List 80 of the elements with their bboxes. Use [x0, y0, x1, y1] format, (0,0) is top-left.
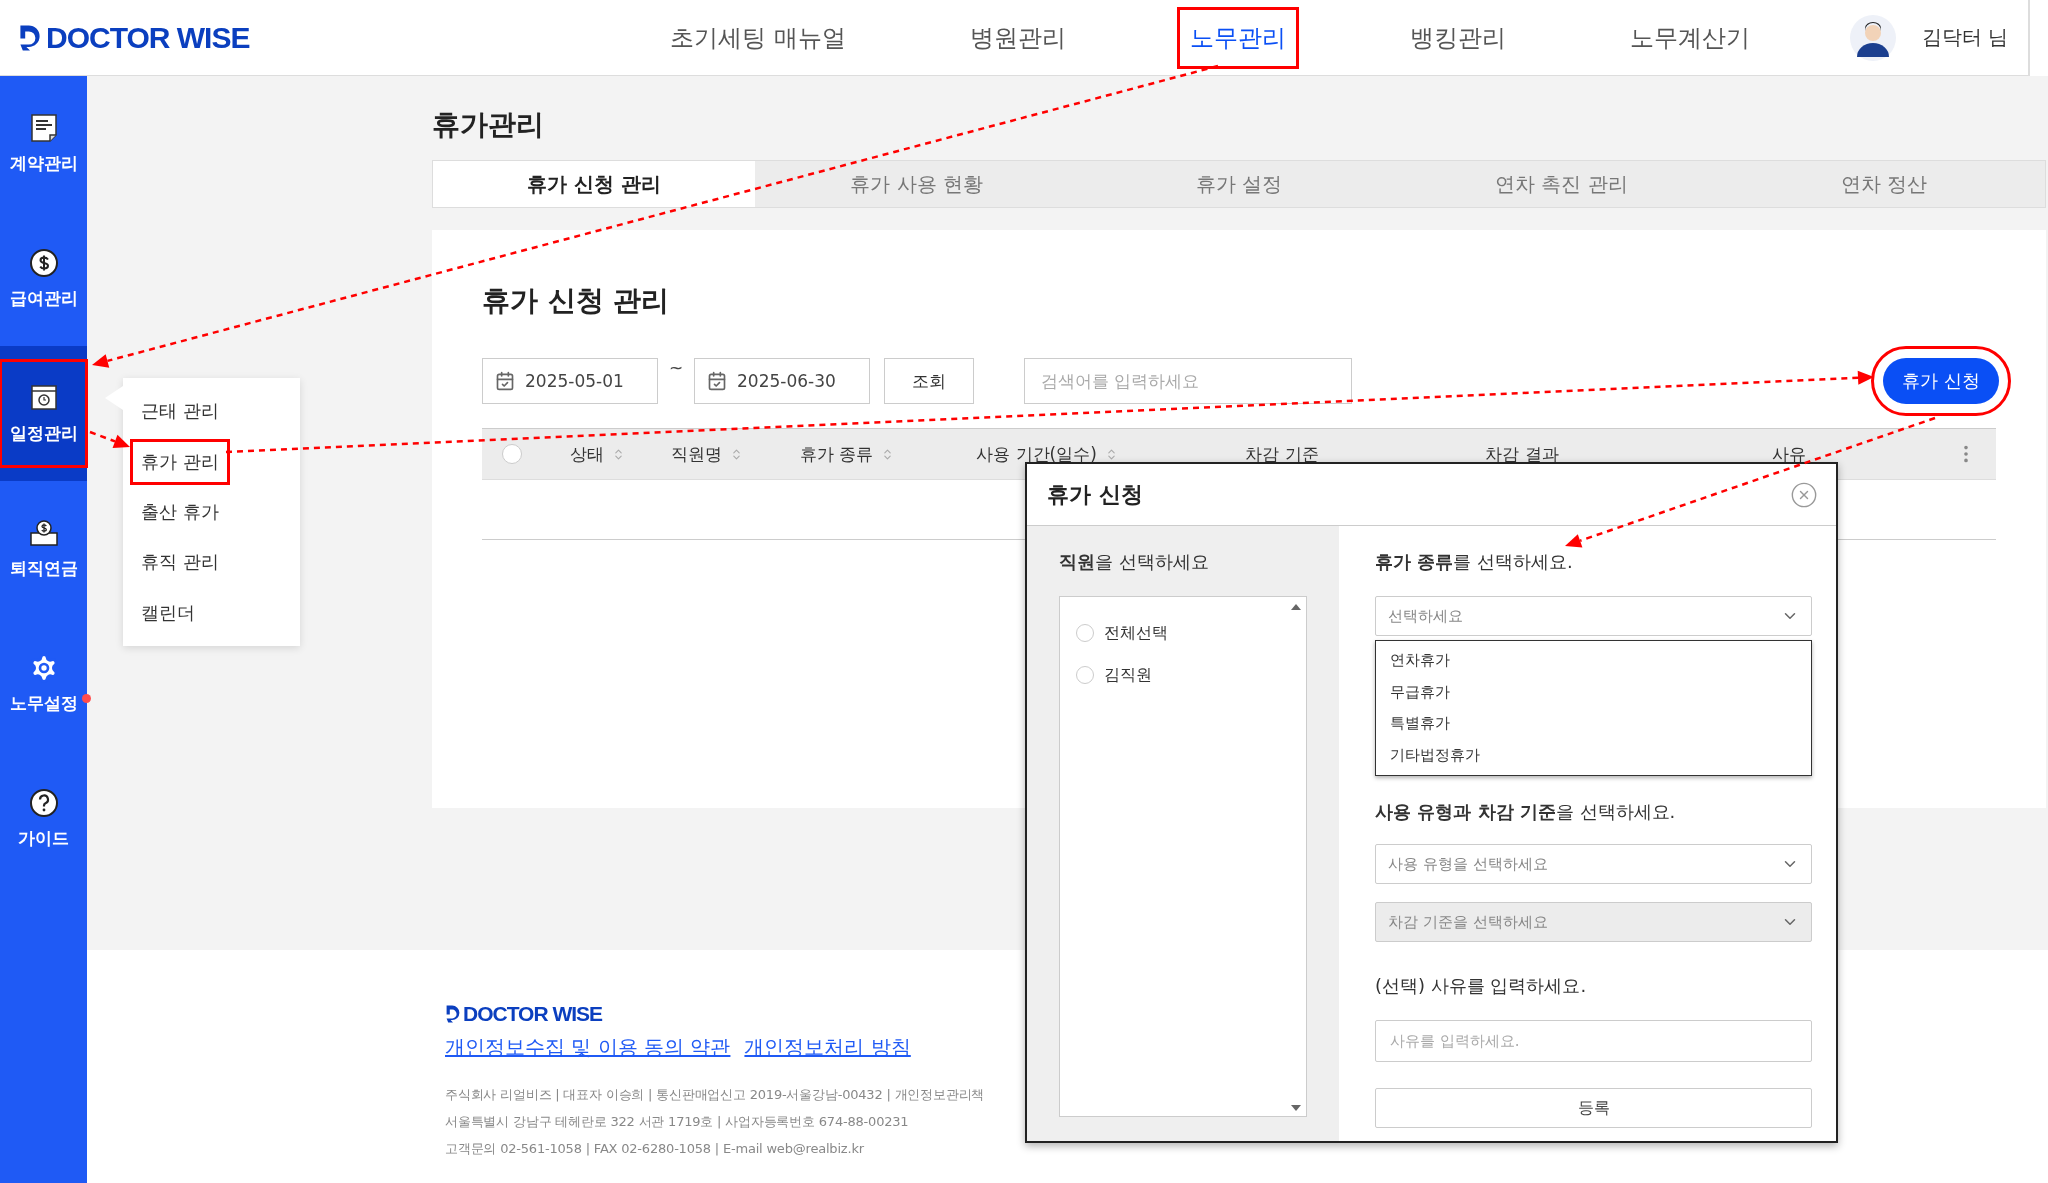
- footer-link[interactable]: 개인정보수집 및 이용 동의 약관: [445, 1034, 731, 1061]
- sidebar-item[interactable]: 급여관리: [0, 211, 87, 346]
- radio-button[interactable]: [1076, 666, 1094, 684]
- tab[interactable]: 연차 촉진 관리: [1400, 161, 1723, 207]
- scroll-up-icon[interactable]: [1290, 603, 1302, 611]
- employee-option[interactable]: 김직원: [1076, 659, 1290, 691]
- tab[interactable]: 휴가 신청 관리: [433, 161, 756, 207]
- sidebar-label: 가이드: [18, 827, 69, 850]
- logo[interactable]: DOCTOR WISE: [46, 20, 250, 55]
- nav-item[interactable]: 병원관리: [959, 9, 1076, 66]
- user-name: 김닥터 님: [1921, 24, 2008, 51]
- company-info: 서울특별시 강남구 테헤란로 322 서관 1719호 | 사업자등록번호 674-88-00231: [445, 1113, 909, 1131]
- sidebar-label: 일정관리: [9, 422, 78, 445]
- dropdown-option[interactable]: 무급휴가: [1376, 676, 1811, 708]
- dialog-title: 휴가 신청: [1047, 480, 1143, 509]
- close-button[interactable]: [1790, 480, 1818, 509]
- sidebar-label: 급여관리: [9, 287, 78, 310]
- submenu-item[interactable]: 근태 관리: [133, 386, 227, 437]
- search-button[interactable]: 조회: [884, 358, 974, 404]
- select-all-checkbox[interactable]: [502, 444, 522, 464]
- company-info: 주식회사 리얼비즈 | 대표자 이승희 | 통신판매업신고 2019-서울강남-00432 | 개인정보관리책: [445, 1086, 985, 1104]
- column-header[interactable]: 차감 기준: [1162, 442, 1402, 466]
- leave-type-select[interactable]: 선택하세요: [1375, 596, 1812, 636]
- nav-item[interactable]: 노무관리: [1179, 9, 1296, 66]
- money-tray-icon: [27, 517, 60, 549]
- page-title: 휴가관리: [432, 107, 545, 143]
- range-separator: ~: [667, 358, 685, 378]
- logo-icon: [445, 1004, 461, 1024]
- employee-name: 전체선택: [1104, 622, 1168, 644]
- footer-link[interactable]: 개인정보처리 방침: [744, 1034, 911, 1061]
- radio-button[interactable]: [1076, 624, 1094, 642]
- field-label: 직원을 선택하세요: [1059, 550, 1210, 574]
- date-field[interactable]: 2025-06-30: [694, 358, 870, 404]
- date-field[interactable]: 2025-05-01: [482, 358, 658, 404]
- submenu-item[interactable]: 출산 휴가: [133, 486, 227, 537]
- nav-item[interactable]: 초기세팅 매뉴얼: [660, 9, 856, 66]
- sidebar-item[interactable]: 가이드: [0, 751, 87, 886]
- footer-logo: DOCTOR WISE: [463, 1002, 603, 1026]
- column-header[interactable]: 상태: [542, 442, 652, 466]
- usage-type-select[interactable]: 사용 유형을 선택하세요: [1375, 844, 1812, 884]
- avatar-icon[interactable]: [1849, 14, 1896, 61]
- nav-item[interactable]: 노무계산기: [1619, 9, 1760, 66]
- sidebar-item[interactable]: 퇴직연금: [0, 481, 87, 616]
- calendar-icon: [707, 371, 727, 391]
- dollar-icon: [27, 247, 60, 279]
- section-title: 휴가 신청 관리: [482, 283, 671, 319]
- tab[interactable]: 휴가 사용 현황: [755, 161, 1078, 207]
- submenu-item[interactable]: 휴직 관리: [133, 537, 227, 588]
- employee-name: 김직원: [1104, 664, 1152, 686]
- question-icon: [27, 787, 60, 819]
- field-label: (선택) 사유를 입력하세요.: [1375, 974, 1588, 998]
- field-label: 휴가 종류를 선택하세요.: [1375, 550, 1574, 574]
- column-header[interactable]: 휴가 종류: [762, 442, 932, 466]
- sidebar-item[interactable]: 계약관리: [0, 76, 87, 211]
- scroll-down-icon[interactable]: [1290, 1104, 1302, 1112]
- tab[interactable]: 휴가 설정: [1077, 161, 1401, 207]
- nav-item[interactable]: 뱅킹관리: [1399, 9, 1516, 66]
- sidebar-label: 노무설정: [9, 692, 78, 715]
- annotation-arrow: [89, 430, 130, 448]
- submenu-item[interactable]: 캘린더: [133, 587, 203, 638]
- column-header[interactable]: 사용 기간(일수): [932, 442, 1162, 466]
- submenu-item[interactable]: 휴가 관리: [133, 441, 227, 482]
- column-header[interactable]: 차감 결과: [1402, 442, 1642, 466]
- dropdown-option[interactable]: 기타법정휴가: [1376, 739, 1811, 771]
- sidebar-label: 퇴직연금: [9, 557, 78, 580]
- reason-field[interactable]: 사유를 입력하세요.: [1375, 1020, 1812, 1062]
- field-label: 사용 유형과 차감 기준을 선택하세요.: [1375, 800, 1677, 824]
- logo-icon: [18, 22, 42, 53]
- company-info: 고객문의 02-561-1058 | FAX 02-6280-1058 | E-mail web@realbiz.kr: [445, 1140, 864, 1158]
- calendar-icon: [495, 371, 515, 391]
- employee-option[interactable]: 전체선택: [1076, 617, 1290, 649]
- dropdown-option[interactable]: 특별휴가: [1376, 708, 1811, 740]
- sidebar-label: 계약관리: [9, 152, 78, 175]
- dropdown-option[interactable]: 연차휴가: [1376, 645, 1811, 677]
- tab[interactable]: 연차 정산: [1722, 161, 2045, 207]
- search-field[interactable]: 검색어를 입력하세요: [1024, 358, 1352, 404]
- column-header[interactable]: 사유: [1642, 442, 1936, 466]
- column-header[interactable]: 직원명: [652, 442, 762, 466]
- submit-button[interactable]: 등록: [1375, 1088, 1812, 1128]
- sidebar-item[interactable]: 일정관리: [0, 346, 87, 481]
